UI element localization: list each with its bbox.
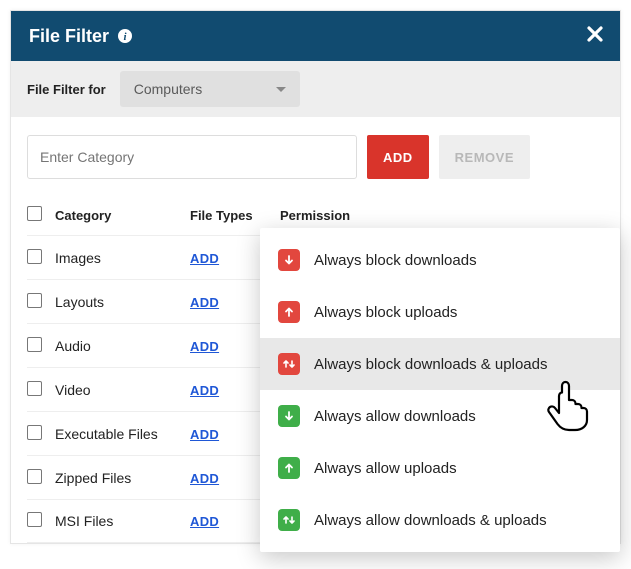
- add-file-types-link[interactable]: ADD: [190, 295, 219, 310]
- arrow-up-icon: [278, 301, 300, 323]
- row-category: Images: [55, 250, 190, 266]
- add-file-types-link[interactable]: ADD: [190, 383, 219, 398]
- menu-item-label: Always allow downloads & uploads: [314, 512, 547, 529]
- menu-item-label: Always allow downloads: [314, 408, 476, 425]
- row-checkbox[interactable]: [27, 337, 42, 352]
- add-file-types-link[interactable]: ADD: [190, 514, 219, 529]
- arrows-updown-icon: [278, 509, 300, 531]
- row-checkbox[interactable]: [27, 469, 42, 484]
- add-file-types-link[interactable]: ADD: [190, 471, 219, 486]
- perm-allow-downloads[interactable]: Always allow downloads: [260, 390, 620, 442]
- menu-item-label: Always allow uploads: [314, 460, 457, 477]
- row-category: Audio: [55, 338, 190, 354]
- add-file-types-link[interactable]: ADD: [190, 427, 219, 442]
- col-file-types: File Types: [190, 208, 280, 223]
- perm-block-both[interactable]: Always block downloads & uploads: [260, 338, 620, 390]
- row-category: Executable Files: [55, 426, 190, 442]
- chevron-down-icon: [276, 87, 286, 92]
- filter-for-bar: File Filter for Computers: [11, 61, 620, 117]
- row-checkbox[interactable]: [27, 249, 42, 264]
- arrows-updown-icon: [278, 353, 300, 375]
- row-checkbox[interactable]: [27, 425, 42, 440]
- filter-scope-select[interactable]: Computers: [120, 71, 300, 107]
- menu-item-label: Always block downloads: [314, 252, 477, 269]
- add-file-types-link[interactable]: ADD: [190, 339, 219, 354]
- add-button[interactable]: ADD: [367, 135, 429, 179]
- remove-button: REMOVE: [439, 135, 530, 179]
- row-category: Zipped Files: [55, 470, 190, 486]
- row-checkbox[interactable]: [27, 381, 42, 396]
- close-icon[interactable]: [586, 25, 604, 48]
- row-category: Layouts: [55, 294, 190, 310]
- row-checkbox[interactable]: [27, 512, 42, 527]
- panel-title: File Filter: [29, 26, 109, 47]
- filter-scope-value: Computers: [134, 81, 202, 97]
- menu-item-label: Always block uploads: [314, 304, 457, 321]
- row-category: Video: [55, 382, 190, 398]
- filter-for-label: File Filter for: [27, 82, 106, 97]
- perm-allow-uploads[interactable]: Always allow uploads: [260, 442, 620, 494]
- add-file-types-link[interactable]: ADD: [190, 251, 219, 266]
- action-bar: ADD REMOVE: [11, 117, 620, 189]
- title-wrap: File Filter i: [29, 26, 133, 47]
- row-checkbox[interactable]: [27, 293, 42, 308]
- select-all-checkbox[interactable]: [27, 206, 42, 221]
- perm-block-downloads[interactable]: Always block downloads: [260, 234, 620, 286]
- col-category: Category: [55, 208, 190, 223]
- category-input[interactable]: [27, 135, 357, 179]
- arrow-up-icon: [278, 457, 300, 479]
- col-permission: Permission: [280, 208, 604, 223]
- info-icon[interactable]: i: [117, 28, 133, 44]
- arrow-down-icon: [278, 405, 300, 427]
- titlebar: File Filter i: [11, 11, 620, 61]
- permission-menu: Always block downloads Always block uplo…: [260, 228, 620, 552]
- menu-item-label: Always block downloads & uploads: [314, 356, 547, 373]
- perm-allow-both[interactable]: Always allow downloads & uploads: [260, 494, 620, 546]
- perm-block-uploads[interactable]: Always block uploads: [260, 286, 620, 338]
- row-category: MSI Files: [55, 513, 190, 529]
- arrow-down-icon: [278, 249, 300, 271]
